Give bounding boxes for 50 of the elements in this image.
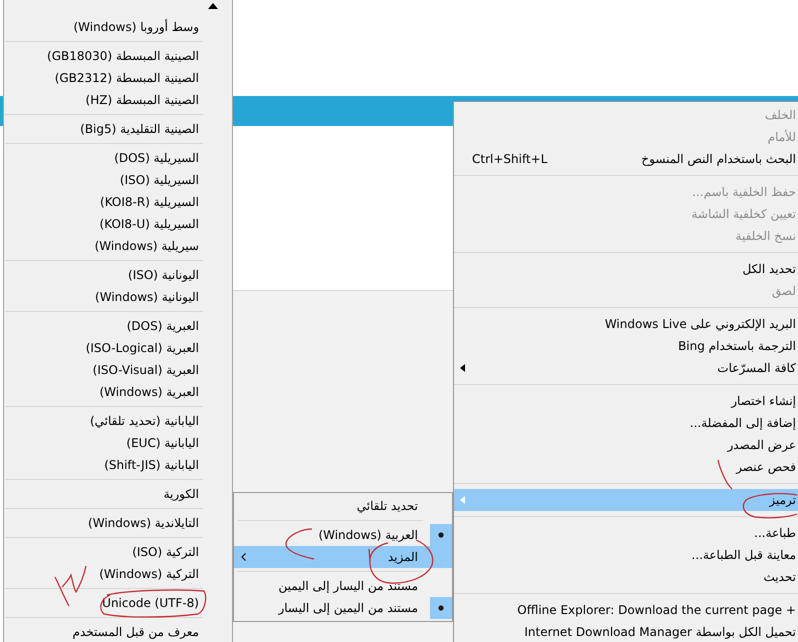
menu-item[interactable]: الصينية المبسطة (GB18030) — [4, 45, 232, 67]
menu-item[interactable]: تحديث — [454, 566, 798, 588]
menu-item[interactable]: معرف من قبل المستخدم — [4, 621, 232, 642]
ink-curve-annotation — [284, 528, 315, 560]
menu-item[interactable]: التايلاندية (Windows) — [4, 512, 232, 534]
menu-item[interactable]: العبرية (ISO-Visual) — [4, 359, 232, 381]
menu-item[interactable]: اليابانية (EUC) — [4, 432, 232, 454]
ink-scribble-annotation — [54, 565, 87, 607]
menu-item[interactable]: الكورية — [4, 483, 232, 505]
menu-item[interactable]: العبرية (Windows) — [4, 381, 232, 403]
ink-ellipse-annotation — [741, 492, 798, 519]
menu-item[interactable]: عرض المصدر — [454, 434, 798, 456]
menu-item[interactable]: مستند من اليسار إلى اليمين — [234, 575, 452, 597]
menu-item[interactable]: فحص عنصر — [454, 456, 798, 478]
menu-item[interactable]: البريد الإلكتروني على Windows Live — [454, 313, 798, 335]
menu-item[interactable]: Offline Explorer: Download the current page + — [454, 599, 798, 621]
menu-item[interactable]: اليونانية (Windows) — [4, 286, 232, 308]
menu-item[interactable]: السيريلية (KOI8-R) — [4, 191, 232, 213]
menu-item[interactable]: العبرية (DOS) — [4, 315, 232, 337]
menu-item[interactable]: إنشاء اختصار — [454, 390, 798, 412]
menu-item[interactable]: مستند من اليمين إلى اليسار — [234, 597, 452, 619]
menu-item[interactable]: معاينة قبل الطباعة... — [454, 544, 798, 566]
menu-item[interactable]: الصينية المبسطة (GB2312) — [4, 67, 232, 89]
menu-item[interactable]: سيريلية (Windows) — [4, 235, 232, 257]
menu-item[interactable]: التركية (ISO) — [4, 541, 232, 563]
menu-item[interactable]: الترجمة باستخدام Bing — [454, 335, 798, 357]
menu-item[interactable]: اليونانية (ISO) — [4, 264, 232, 286]
menu-item[interactable]: تحميل الكل بواسطة Internet Download Manager — [454, 621, 798, 642]
ink-line-annotation — [717, 459, 733, 490]
menu-item[interactable]: الصينية التقليدية (Big5) — [4, 118, 232, 140]
menu-item[interactable]: السيريلية (ISO) — [4, 169, 232, 191]
menu-item[interactable]: إضافة إلى المفضلة... — [454, 412, 798, 434]
menu-item[interactable]: ترميز — [454, 489, 798, 511]
menu-item[interactable]: طباعة... — [454, 522, 798, 544]
menu-item[interactable]: العبرية (ISO-Logical) — [4, 337, 232, 359]
scroll-up-arrow-icon[interactable] — [208, 3, 218, 9]
menu-item[interactable]: العربية (Windows) — [234, 524, 452, 546]
menu-item[interactable]: Unicode (UTF-8) — [4, 592, 232, 614]
menu-item[interactable]: كافة المسرّعات — [454, 357, 798, 379]
menu-item[interactable]: المزيد — [234, 546, 452, 568]
menu-item[interactable]: السيريلية (KOI8-U) — [4, 213, 232, 235]
menu-item[interactable]: تحديد تلقائي — [234, 495, 452, 517]
menu-item[interactable]: السيريلية (DOS) — [4, 147, 232, 169]
keyboard-shortcut: Ctrl+Shift+L — [472, 152, 548, 166]
menu-item[interactable]: اليابانية (Shift-JIS) — [4, 454, 232, 476]
menu-item[interactable]: التركية (Windows) — [4, 563, 232, 585]
menu-item[interactable]: اليابانية (تحديد تلقائي) — [4, 410, 232, 432]
menu-item[interactable]: تحديد الكل — [454, 258, 798, 280]
menu-item[interactable]: الصينية المبسطة (HZ) — [4, 89, 232, 111]
menu-item[interactable]: وسط أوروبا (Windows) — [4, 16, 232, 38]
